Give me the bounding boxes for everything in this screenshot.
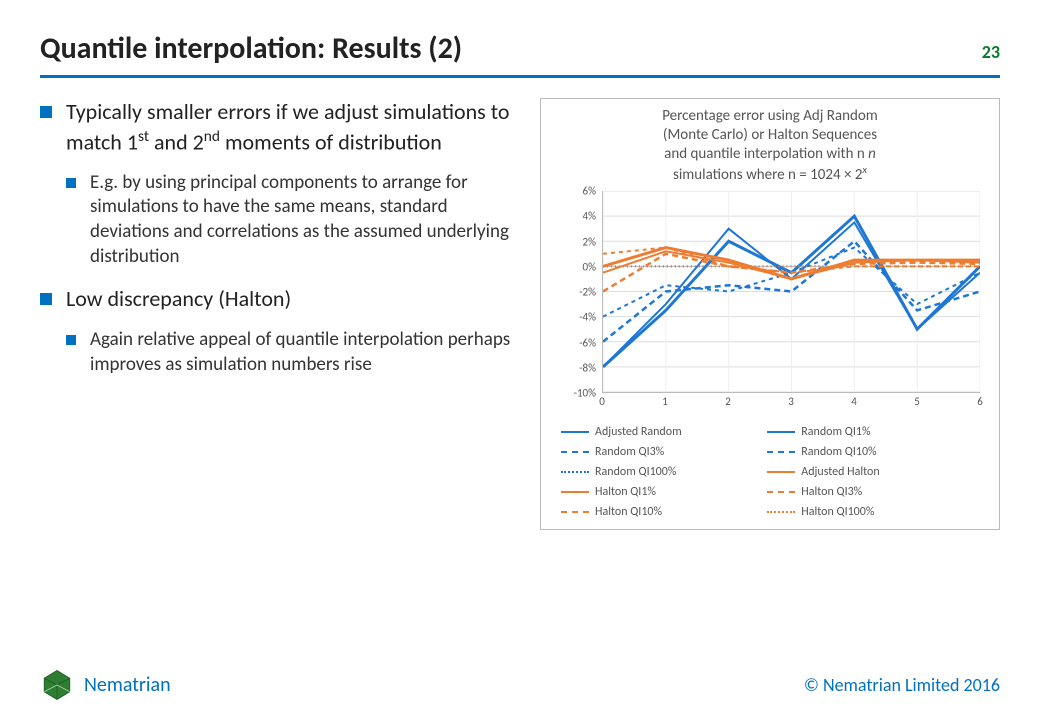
page-title: Quantile interpolation: Results (2) xyxy=(40,30,462,67)
legend-label: Halton QI100% xyxy=(801,505,874,519)
y-axis-labels: -10%-8%-6%-4%-2%0%2%4%6% xyxy=(560,191,600,411)
legend-item: Halton QI10% xyxy=(561,505,753,519)
y-tick-label: -8% xyxy=(579,361,596,374)
x-tick-label: 1 xyxy=(662,395,668,408)
t: (Monte Carlo) or Halton Sequences xyxy=(663,126,877,144)
legend-item: Adjusted Random xyxy=(561,425,753,439)
plot-area: -10%-8%-6%-4%-2%0%2%4%6% 0123456 xyxy=(560,191,980,411)
text: moments of distribution xyxy=(220,128,442,155)
legend-swatch xyxy=(767,431,795,433)
y-tick-label: 6% xyxy=(583,185,596,198)
legend-label: Halton QI3% xyxy=(801,485,862,499)
bullet-column: Typically smaller errors if we adjust si… xyxy=(40,98,520,530)
y-tick-label: -4% xyxy=(579,311,596,324)
legend-item: Random QI3% xyxy=(561,445,753,459)
copyright: © Nematrian Limited 2016 xyxy=(804,674,1000,696)
x-tick-label: 6 xyxy=(977,395,983,408)
text: and 2 xyxy=(149,128,204,155)
bullet-1: Typically smaller errors if we adjust si… xyxy=(40,98,520,269)
x-tick-label: 4 xyxy=(851,395,857,408)
t: Percentage error using Adj Random xyxy=(662,107,878,125)
t: x xyxy=(862,163,867,176)
x-axis-labels: 0 1 2 3 4 5 6 xyxy=(602,395,980,411)
legend-swatch xyxy=(561,451,589,453)
x-tick-label: 2 xyxy=(725,395,731,408)
legend-item: Random QI1% xyxy=(767,425,959,439)
bullet-2a: Again relative appeal of quantile interp… xyxy=(66,328,520,377)
chart-box: Percentage error using Adj Random (Monte… xyxy=(540,98,1000,530)
legend-label: Random QI3% xyxy=(595,445,664,459)
y-tick-label: -6% xyxy=(579,336,596,349)
bullet-2: Low discrepancy (Halton) Again relative … xyxy=(40,285,520,377)
legend-label: Random QI10% xyxy=(801,445,876,459)
legend: Adjusted Random Random QI1% Random QI3% Ran… xyxy=(551,425,989,519)
legend-swatch xyxy=(767,471,795,473)
plot-inner xyxy=(602,191,980,393)
legend-item: Random QI10% xyxy=(767,445,959,459)
legend-label: Random QI1% xyxy=(801,425,870,439)
slide: Quantile interpolation: Results (2) 23 T… xyxy=(0,0,1040,720)
legend-swatch xyxy=(767,511,795,513)
legend-item: Halton QI1% xyxy=(561,485,753,499)
legend-label: Random QI100% xyxy=(595,465,676,479)
legend-item: Halton QI3% xyxy=(767,485,959,499)
footer: Nematrian © Nematrian Limited 2016 xyxy=(40,668,1000,702)
legend-label: Adjusted Random xyxy=(595,425,682,439)
legend-swatch xyxy=(561,511,589,513)
y-tick-label: -2% xyxy=(579,286,596,299)
chart-title: Percentage error using Adj Random (Monte… xyxy=(551,107,989,185)
legend-item: Halton QI100% xyxy=(767,505,959,519)
t: and quantile interpolation with n xyxy=(664,145,865,163)
chart-svg xyxy=(603,191,980,392)
logo-icon xyxy=(40,668,74,702)
legend-swatch xyxy=(561,431,589,433)
brand-name: Nematrian xyxy=(84,673,171,697)
legend-label: Adjusted Halton xyxy=(801,465,879,479)
legend-swatch xyxy=(767,451,795,453)
y-tick-label: 2% xyxy=(583,235,596,248)
x-tick-label: 0 xyxy=(599,395,605,408)
sup: st xyxy=(138,127,149,146)
x-tick-label: 5 xyxy=(914,395,920,408)
body: Typically smaller errors if we adjust si… xyxy=(40,98,1000,530)
title-rule xyxy=(40,75,1000,78)
legend-label: Halton QI10% xyxy=(595,505,662,519)
legend-item: Random QI100% xyxy=(561,465,753,479)
legend-swatch xyxy=(767,491,795,493)
text: Low discrepancy (Halton) xyxy=(66,285,291,312)
sup: nd xyxy=(204,127,220,146)
header: Quantile interpolation: Results (2) 23 xyxy=(40,30,1000,67)
legend-item: Adjusted Halton xyxy=(767,465,959,479)
chart-column: Percentage error using Adj Random (Monte… xyxy=(540,98,1000,530)
bullet-1a: E.g. by using principal components to ar… xyxy=(66,171,520,270)
t: simulations where n = 1024 × 2 xyxy=(673,166,862,184)
brand: Nematrian xyxy=(40,668,171,702)
legend-label: Halton QI1% xyxy=(595,485,656,499)
legend-swatch xyxy=(561,471,589,473)
y-tick-label: -10% xyxy=(574,387,596,400)
legend-swatch xyxy=(561,491,589,493)
y-tick-label: 0% xyxy=(583,260,596,273)
page-number: 23 xyxy=(982,41,1000,63)
y-tick-label: 4% xyxy=(583,210,596,223)
x-tick-label: 3 xyxy=(788,395,794,408)
